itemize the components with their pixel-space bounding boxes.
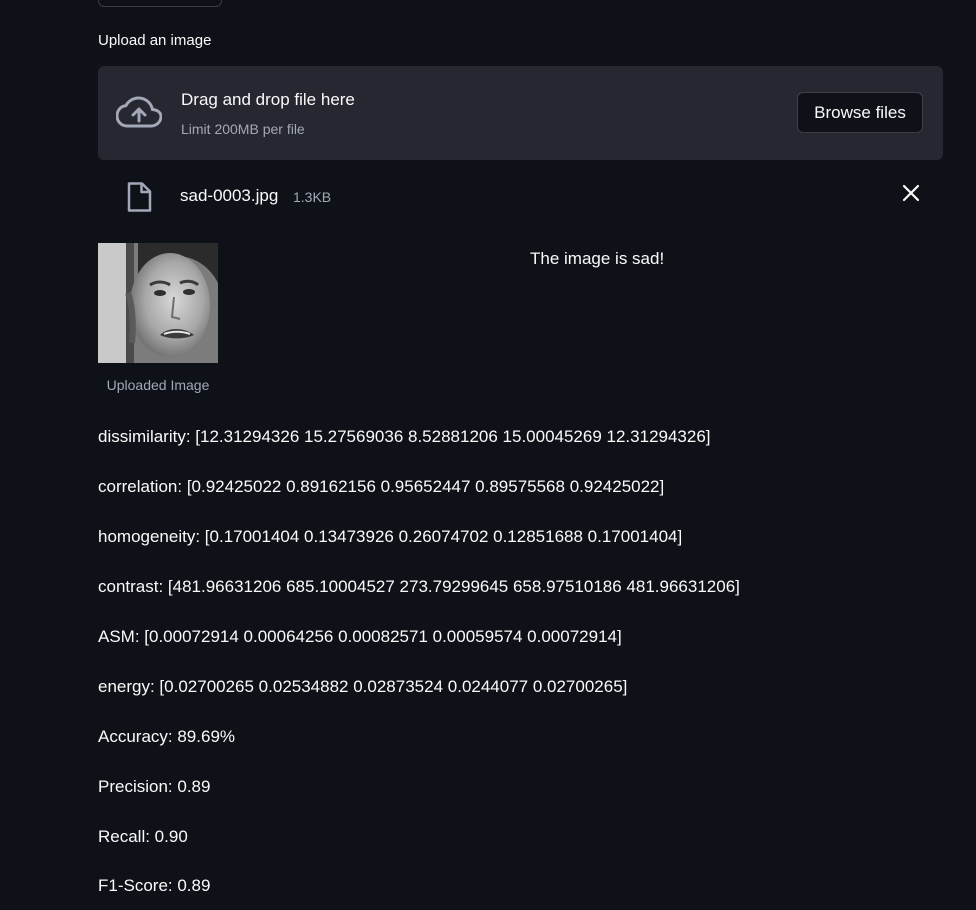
close-icon[interactable] bbox=[902, 184, 920, 202]
image-caption: Uploaded Image bbox=[106, 377, 210, 393]
uploaded-image bbox=[98, 243, 218, 363]
metric-f1-score: F1-Score: 0.89 bbox=[98, 876, 211, 895]
metric-contrast: contrast: [481.96631206 685.10004527 273… bbox=[98, 577, 740, 596]
previous-widget-button[interactable] bbox=[98, 0, 222, 7]
upload-label: Upload an image bbox=[98, 32, 212, 49]
metric-accuracy: Accuracy: 89.69% bbox=[98, 727, 236, 746]
browse-files-button[interactable]: Browse files bbox=[797, 92, 923, 133]
metric-correlation: correlation: [0.92425022 0.89162156 0.95… bbox=[98, 477, 665, 496]
uploaded-file-row: sad-0003.jpg 1.3KB bbox=[98, 176, 943, 218]
metric-asm: ASM: [0.00072914 0.00064256 0.00082571 0… bbox=[98, 627, 622, 646]
metric-precision: Precision: 0.89 bbox=[98, 777, 211, 796]
file-name: sad-0003.jpg bbox=[180, 186, 279, 205]
file-icon bbox=[127, 182, 152, 212]
metric-dissimilarity: dissimilarity: [12.31294326 15.27569036 … bbox=[98, 427, 711, 446]
dropzone-title: Drag and drop file here bbox=[181, 90, 355, 109]
file-dropzone[interactable]: Drag and drop file here Limit 200MB per … bbox=[98, 66, 943, 160]
app-page: Upload an image Drag and drop file here … bbox=[0, 0, 976, 910]
file-size: 1.3KB bbox=[293, 189, 332, 205]
metric-recall: Recall: 0.90 bbox=[98, 827, 188, 846]
cloud-upload-icon bbox=[116, 96, 162, 128]
face-photo bbox=[98, 243, 218, 363]
prediction-result: The image is sad! bbox=[530, 249, 665, 268]
metric-energy: energy: [0.02700265 0.02534882 0.0287352… bbox=[98, 677, 628, 696]
metric-homogeneity: homogeneity: [0.17001404 0.13473926 0.26… bbox=[98, 527, 683, 546]
dropzone-limit-text: Limit 200MB per file bbox=[181, 121, 305, 137]
